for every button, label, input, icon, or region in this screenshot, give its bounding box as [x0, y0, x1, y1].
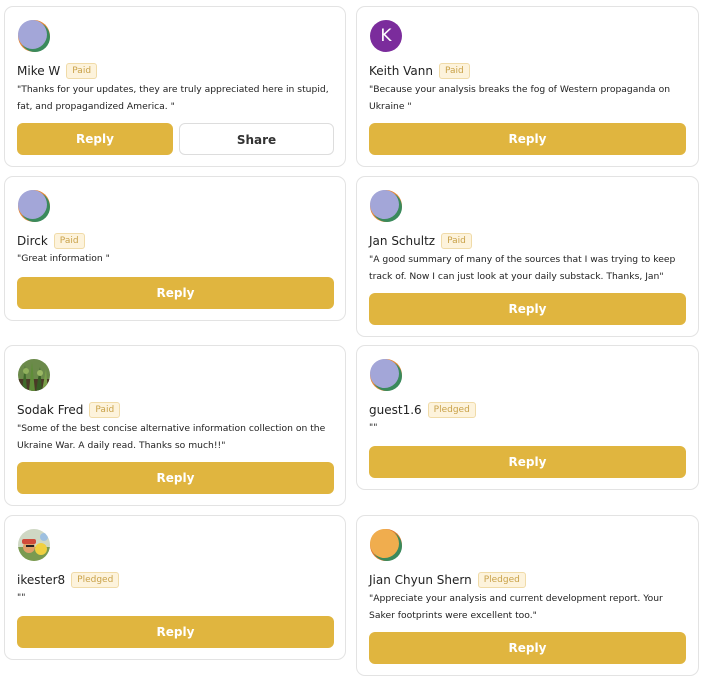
testimonial-quote: "Some of the best concise alternative in… [17, 423, 326, 451]
testimonial-card: Dirck Paid "Great information " Reply [4, 176, 346, 321]
testimonial-quote: "" [17, 592, 26, 603]
default-avatar-icon[interactable] [370, 359, 402, 391]
status-badge: Pledged [427, 402, 476, 418]
reply-button[interactable]: Reply [17, 123, 173, 155]
status-badge: Paid [438, 63, 470, 79]
avatar-letter: K [370, 20, 402, 52]
share-button[interactable]: Share [179, 123, 334, 155]
testimonial-quote: "Great information " [17, 253, 110, 264]
commenter-name[interactable]: ikester8 [17, 573, 65, 587]
reply-button[interactable]: Reply [369, 123, 686, 155]
testimonial-card: Jan Schultz Paid "A good summary of many… [356, 176, 699, 337]
photo-avatar-person[interactable] [18, 529, 50, 561]
default-avatar-icon[interactable] [370, 190, 402, 222]
reply-button[interactable]: Reply [369, 632, 686, 664]
reply-button[interactable]: Reply [17, 277, 334, 309]
testimonial-card: guest1.6 Pledged "" Reply [356, 345, 699, 490]
reply-button[interactable]: Reply [17, 616, 334, 648]
reply-button[interactable]: Reply [369, 446, 686, 478]
default-avatar-icon[interactable] [18, 190, 50, 222]
reply-button[interactable]: Reply [17, 462, 334, 494]
status-badge: Paid [89, 402, 121, 418]
testimonial-card: Sodak Fred Paid "Some of the best concis… [4, 345, 346, 506]
commenter-name[interactable]: Mike W [17, 64, 60, 78]
status-badge: Paid [66, 63, 98, 79]
commenter-name[interactable]: Dirck [17, 234, 48, 248]
status-badge: Paid [53, 233, 85, 249]
testimonial-quote: "Because your analysis breaks the fog of… [369, 84, 671, 112]
commenter-name[interactable]: guest1.6 [369, 403, 422, 417]
testimonial-card: K Keith Vann Paid "Because your analysis… [356, 6, 699, 167]
photo-avatar-plants[interactable] [18, 359, 50, 391]
testimonial-card: ikester8 Pledged "" Reply [4, 515, 346, 660]
testimonial-quote: "Appreciate your analysis and current de… [369, 593, 663, 621]
commenter-name[interactable]: Keith Vann [369, 64, 433, 78]
status-badge: Pledged [71, 572, 120, 588]
status-badge: Pledged [477, 572, 526, 588]
commenter-name[interactable]: Jan Schultz [369, 234, 435, 248]
status-badge: Paid [441, 233, 472, 249]
commenter-name[interactable]: Sodak Fred [17, 403, 83, 417]
testimonial-card: Mike W Paid "Thanks for your updates, th… [4, 6, 346, 167]
testimonial-quote: "" [369, 422, 378, 433]
reply-button[interactable]: Reply [369, 293, 686, 325]
default-avatar-icon[interactable] [18, 20, 50, 52]
testimonial-card: Jian Chyun Shern Pledged "Appreciate you… [356, 515, 699, 676]
commenter-name[interactable]: Jian Chyun Shern [369, 573, 472, 587]
testimonial-quote: "Thanks for your updates, they are truly… [17, 84, 329, 112]
default-avatar-orange-icon[interactable] [370, 529, 402, 561]
letter-avatar[interactable]: K [370, 20, 402, 52]
testimonial-quote: "A good summary of many of the sources t… [369, 254, 676, 282]
